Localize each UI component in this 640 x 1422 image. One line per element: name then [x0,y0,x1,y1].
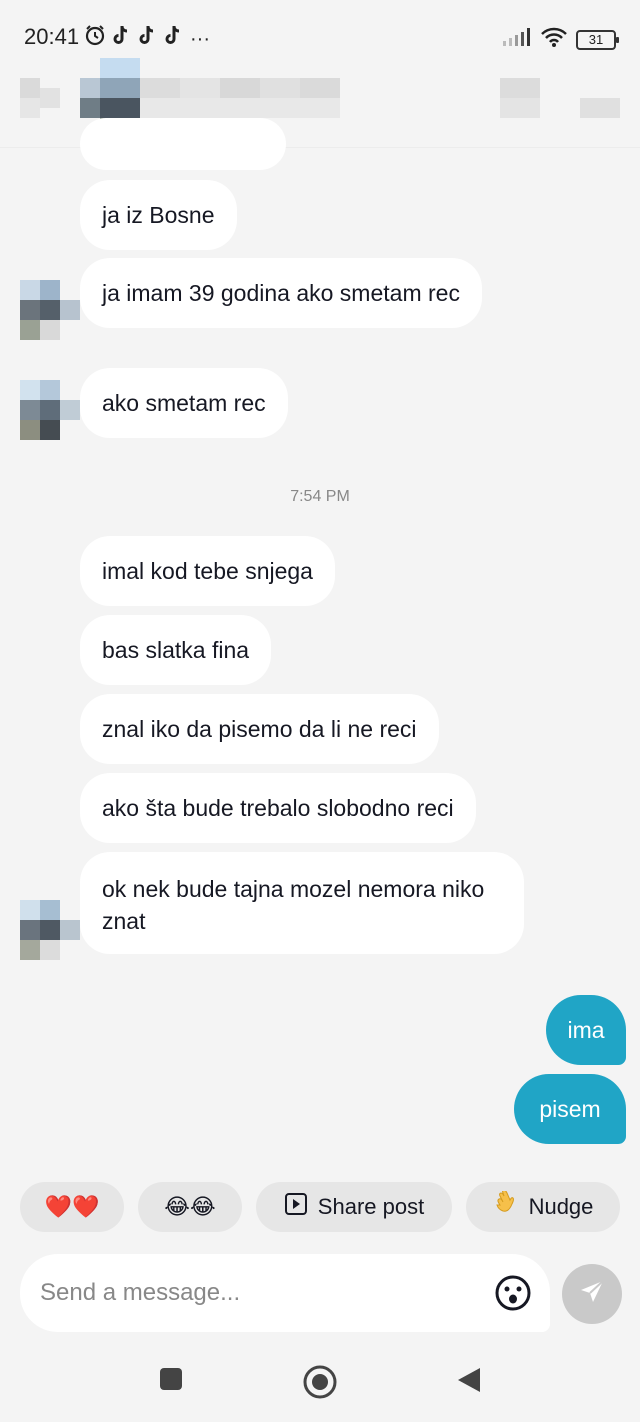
message-list[interactable]: ja iz Bosne ja imam 39 godina ako smetam… [0,118,640,1168]
tiktok-icon [138,24,158,53]
message-bubble-outgoing[interactable]: ima [546,995,626,1065]
message-bubble-incoming[interactable]: ako šta bude trebalo slobodno reci [80,773,476,843]
message-bubble-clipped [80,118,286,170]
message-text: bas slatka fina [102,637,250,663]
message-bubble-incoming[interactable]: bas slatka fina [80,615,272,685]
back-area[interactable] [20,78,60,118]
status-time: 20:41 [24,24,80,49]
back-icon[interactable] [456,1366,482,1399]
message-bubble-incoming[interactable]: ja imam 39 godina ako smetam rec [80,258,482,328]
send-button[interactable] [562,1264,622,1324]
system-nav-bar [0,1346,640,1422]
message-input-container [20,1254,550,1332]
message-text: ja iz Bosne [102,202,215,228]
sender-avatar[interactable] [20,280,80,340]
message-bubble-incoming[interactable]: ako smetam rec [80,368,288,438]
header-username-blurred [140,78,340,118]
signal-icon [502,27,532,52]
message-text: ok nek bude tajna mozel nemora niko znat [102,876,485,934]
quick-reply-hearts[interactable]: ❤️❤️ [20,1182,124,1232]
notification-icons: ··· [84,24,210,53]
more-notifications-icon: ··· [190,27,210,50]
message-text: ako šta bude trebalo slobodno reci [102,795,454,821]
recent-apps-icon[interactable] [158,1366,184,1397]
system-indicators: 31 [502,26,619,53]
message-text: ima [567,1016,605,1043]
message-input[interactable] [40,1254,480,1332]
message-text: ako smetam rec [102,390,266,416]
quick-reply-laugh[interactable]: 😂😂 [138,1182,242,1232]
tiktok-icon [164,24,184,53]
message-text: imal kod tebe snjega [102,558,313,584]
header-actions-blurred[interactable] [500,78,622,120]
message-bubble-incoming[interactable]: ja iz Bosne [80,180,237,250]
share-post-button[interactable]: Share post [256,1182,452,1232]
message-bubble-incoming[interactable]: imal kod tebe snjega [80,536,335,606]
emoji-icon[interactable] [494,1274,532,1312]
nudge-button[interactable]: Nudge [466,1182,620,1232]
sender-avatar[interactable] [20,380,80,440]
quick-replies: ❤️❤️ 😂😂 Share post Nudge [0,1182,640,1234]
message-timestamp: 7:54 PM [290,488,350,505]
sender-avatar[interactable] [20,900,80,960]
battery-icon: 31 [576,29,619,50]
message-text: ja imam 39 godina ako smetam rec [102,280,460,306]
message-text: pisem [539,1095,601,1122]
tiktok-icon [112,24,132,53]
wifi-icon [540,26,568,53]
message-bubble-incoming[interactable]: znal iko da pisemo da li ne reci [80,694,439,764]
home-icon[interactable] [302,1364,338,1405]
message-composer [0,1254,640,1334]
share-post-icon [284,1192,308,1222]
message-bubble-incoming[interactable]: ok nek bude tajna mozel nemora niko znat [80,852,524,954]
message-text: znal iko da pisemo da li ne reci [102,716,417,742]
send-icon [578,1278,606,1311]
share-post-label: Share post [317,1194,425,1219]
hearts-emoji: ❤️❤️ [44,1194,100,1219]
message-bubble-outgoing[interactable]: pisem [514,1074,626,1144]
alarm-icon [84,24,106,53]
wave-hand-icon [493,1189,519,1223]
laugh-emoji: 😂😂 [164,1194,216,1219]
nudge-label: Nudge [528,1194,594,1219]
